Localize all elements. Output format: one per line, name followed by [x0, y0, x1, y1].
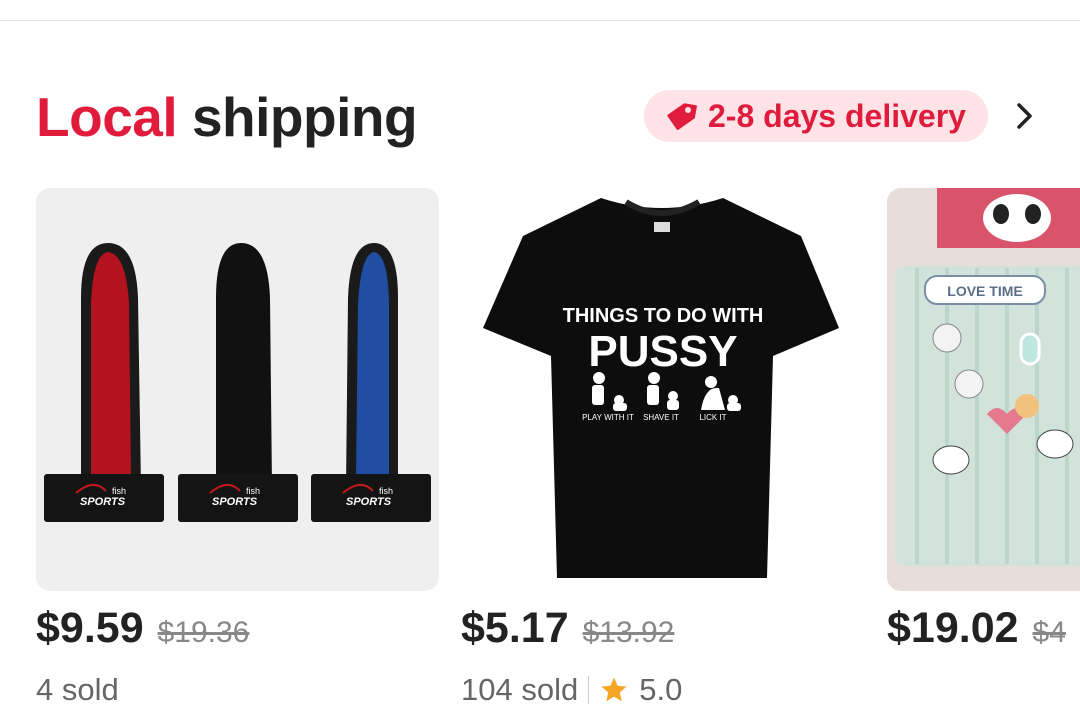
sold-count: 104 sold	[461, 672, 579, 707]
tag-icon	[667, 103, 697, 130]
sold-row: 104 sold 5.0	[461, 668, 682, 712]
svg-text:fish: fish	[379, 486, 393, 496]
svg-text:fish: fish	[246, 486, 260, 496]
price-row: $19.02 $4	[887, 604, 1066, 660]
finger-protector-icon: fish fish fish SPORTS SPORTS SPORTS	[44, 243, 431, 522]
price-current: $9.59	[36, 604, 144, 652]
price-current: $5.17	[461, 604, 569, 652]
price-row: $5.17 $13.92	[461, 604, 674, 660]
svg-text:fish: fish	[112, 486, 126, 496]
sold-count: 4 sold	[36, 672, 119, 707]
delivery-badge-label: 2-8 days delivery	[708, 98, 966, 134]
product-card[interactable]: fish fish fish SPORTS SPORTS SPORTS $9.5…	[36, 188, 439, 721]
price-row: $9.59 $19.36	[36, 604, 249, 660]
section-title-rest: shipping	[191, 86, 418, 148]
tshirt-icon: THINGS TO DO WITH PUSSY PLAY WITH IT SHA…	[483, 198, 839, 578]
product-image[interactable]: THINGS TO DO WITH PUSSY PLAY WITH IT SHA…	[461, 188, 864, 591]
section-header: Local shipping 2-8 days delivery	[36, 84, 1080, 150]
star-icon	[601, 677, 627, 702]
svg-text:SHAVE IT: SHAVE IT	[643, 413, 679, 422]
chevron-right-icon[interactable]	[1008, 100, 1040, 132]
svg-text:SPORTS: SPORTS	[346, 496, 392, 508]
section-title-accent: Local	[36, 86, 178, 148]
svg-text:SPORTS: SPORTS	[212, 496, 258, 508]
product-image[interactable]: LOVE TIME	[887, 188, 1080, 591]
top-divider	[0, 20, 1080, 21]
svg-text:PUSSY: PUSSY	[588, 327, 737, 376]
price-current: $19.02	[887, 604, 1019, 652]
product-card[interactable]: LOVE TIME $19.02 $4	[887, 188, 1080, 721]
sold-row: 4 sold	[36, 668, 119, 712]
price-original: $19.36	[157, 616, 250, 649]
divider	[588, 676, 590, 704]
svg-text:SPORTS: SPORTS	[80, 496, 126, 508]
price-original: $13.92	[582, 616, 675, 649]
svg-text:THINGS TO DO WITH: THINGS TO DO WITH	[563, 305, 764, 327]
svg-text:LICK IT: LICK IT	[699, 413, 726, 422]
photo-album-icon: LOVE TIME	[895, 188, 1080, 566]
svg-text:LOVE TIME: LOVE TIME	[947, 283, 1022, 299]
page: Local shipping 2-8 days delivery fish fi…	[0, 0, 1080, 721]
product-image[interactable]: fish fish fish SPORTS SPORTS SPORTS	[36, 188, 439, 591]
product-card[interactable]: THINGS TO DO WITH PUSSY PLAY WITH IT SHA…	[461, 188, 864, 721]
delivery-badge[interactable]: 2-8 days delivery	[644, 90, 988, 142]
section-title: Local shipping	[36, 84, 418, 150]
price-original: $4	[1032, 616, 1066, 649]
svg-text:PLAY WITH IT: PLAY WITH IT	[582, 413, 634, 422]
rating-value: 5.0	[639, 672, 683, 707]
